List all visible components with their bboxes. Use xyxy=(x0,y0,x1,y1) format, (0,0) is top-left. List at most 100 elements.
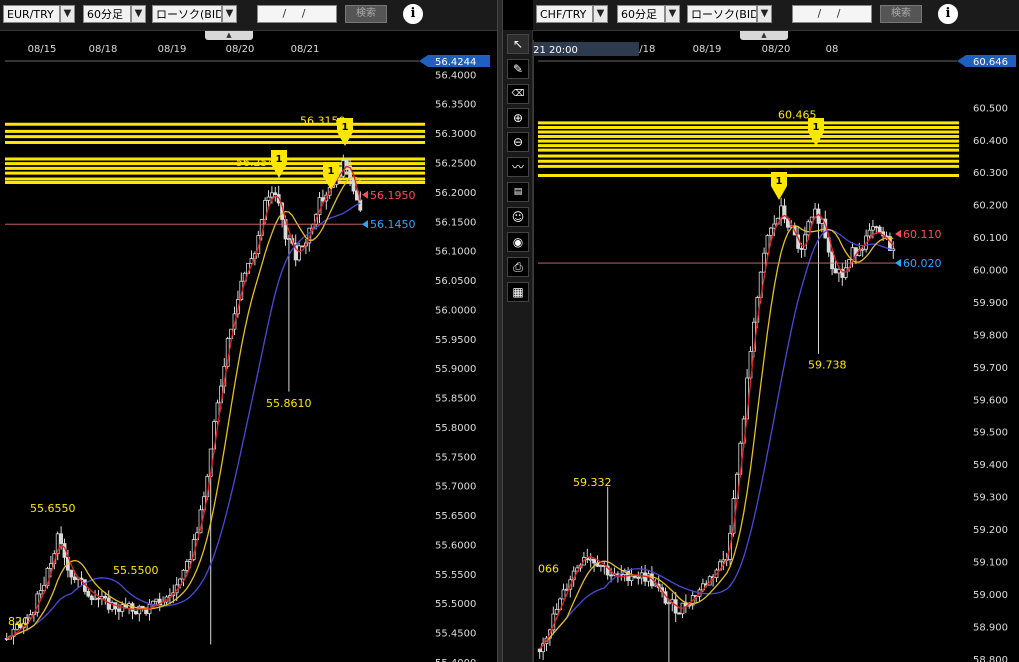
y-tick-label: 58.800 xyxy=(973,655,1008,662)
candle-body xyxy=(833,268,838,274)
y-tick-label: 55.6000 xyxy=(435,540,476,551)
delete-all-icon[interactable]: ⌫ xyxy=(507,84,529,104)
current-price-pointer xyxy=(957,55,966,67)
y-tick-label: 55.5000 xyxy=(435,599,476,610)
candle-body xyxy=(154,598,159,602)
candle-body xyxy=(273,192,278,196)
bid-pointer xyxy=(895,259,901,268)
signal-marker-label: 1 xyxy=(276,154,283,165)
y-tick-label: 55.6500 xyxy=(435,511,476,522)
y-tick-label: 59.600 xyxy=(973,395,1008,406)
candle-body xyxy=(351,178,356,192)
right-chart-pane: CHF/TRY ▼ 60分足 ▼ ローソク(BID) ▼ / / 検索 i ▲ … xyxy=(533,0,1019,662)
candle-body xyxy=(300,245,305,248)
crosshair-label: 2026/08/21 20:00 xyxy=(533,45,578,56)
y-tick-label: 56.1000 xyxy=(435,247,476,258)
y-tick-label: 55.9500 xyxy=(435,335,476,346)
x-tick-label: 08 xyxy=(826,44,839,55)
x-tick-label: 08/19 xyxy=(693,44,722,55)
x-tick-label: 08/21 xyxy=(291,44,320,55)
y-tick-label: 59.100 xyxy=(973,557,1008,568)
y-tick-label: 59.500 xyxy=(973,428,1008,439)
eye-icon[interactable]: ◉ xyxy=(507,232,529,252)
candle-body xyxy=(38,590,43,595)
indicator-icon[interactable]: 〰 xyxy=(507,157,529,177)
candle-body xyxy=(870,226,875,231)
candle-body xyxy=(633,575,637,578)
signal-marker-label: 1 xyxy=(813,122,820,133)
ask-price-label: 56.1950 xyxy=(370,189,416,202)
y-tick-label: 59.900 xyxy=(973,298,1008,309)
candle-body xyxy=(140,605,145,609)
y-tick-label: 60.500 xyxy=(973,103,1008,114)
price-annotation: 55.8610 xyxy=(266,397,312,410)
candle-body xyxy=(836,269,841,274)
pen-icon[interactable]: ✎ xyxy=(507,59,529,79)
candle-body xyxy=(72,576,77,580)
y-tick-label: 56.4000 xyxy=(435,70,476,81)
ask-pointer xyxy=(362,190,368,199)
y-tick-label: 55.8500 xyxy=(435,394,476,405)
zoom-in-icon[interactable]: ⊕ xyxy=(507,108,529,128)
candle-body xyxy=(117,608,121,612)
ask-price-label: 60.110 xyxy=(903,228,942,241)
candle-body xyxy=(666,602,671,605)
print-icon[interactable]: ⎙ xyxy=(507,257,529,277)
candle-body xyxy=(677,612,682,615)
price-annotation: 55.6550 xyxy=(30,502,76,515)
y-tick-label: 55.4000 xyxy=(435,658,476,662)
x-tick-label: 08/18 xyxy=(89,44,118,55)
y-tick-label: 55.8000 xyxy=(435,423,476,434)
right-candlestick-chart: 08/1508/1808/1908/200860.50060.40060.300… xyxy=(533,40,1016,662)
y-tick-label: 56.0000 xyxy=(435,305,476,316)
candle-body xyxy=(266,196,271,201)
current-price-pointer xyxy=(419,55,428,67)
candle-body xyxy=(184,561,189,571)
ma-fast-line xyxy=(539,213,894,650)
candle-body xyxy=(537,648,542,653)
y-tick-label: 56.2000 xyxy=(435,188,476,199)
candle-body xyxy=(89,595,94,601)
y-tick-label: 55.5500 xyxy=(435,570,476,581)
candle-body xyxy=(592,558,596,564)
current-price-label: 60.646 xyxy=(973,57,1008,68)
candles-group xyxy=(537,197,896,662)
candle-body xyxy=(297,245,302,261)
candle-body xyxy=(768,227,773,236)
candle-body xyxy=(629,575,634,581)
candle-body xyxy=(877,226,882,233)
zoom-out-icon[interactable]: ⊖ xyxy=(507,132,529,152)
candle-body xyxy=(554,609,559,615)
y-tick-label: 56.3000 xyxy=(435,129,476,140)
y-tick-label: 59.200 xyxy=(973,525,1008,536)
candle-body xyxy=(867,229,872,237)
cursor-icon[interactable]: ↖ xyxy=(507,34,529,54)
data-table-icon[interactable]: ▤ xyxy=(507,182,529,202)
x-tick-label: 08/20 xyxy=(226,44,255,55)
candle-body xyxy=(802,234,807,250)
x-tick-label: 08/15 xyxy=(28,44,57,55)
y-tick-label: 60.200 xyxy=(973,201,1008,212)
y-tick-label: 55.9000 xyxy=(435,364,476,375)
y-tick-label: 60.000 xyxy=(973,266,1008,277)
candle-body xyxy=(609,574,613,577)
ma-mid-line xyxy=(539,225,894,650)
candle-body xyxy=(636,576,641,579)
candle-body xyxy=(103,595,108,599)
y-tick-label: 59.400 xyxy=(973,460,1008,471)
candle-body xyxy=(561,589,566,600)
x-tick-label: 08/19 xyxy=(158,44,187,55)
symbols-icon[interactable]: ☺ xyxy=(507,207,529,227)
price-annotation: 55.5500 xyxy=(113,564,159,577)
bid-price-label: 56.1450 xyxy=(370,218,416,231)
signal-marker-label: 1 xyxy=(328,166,335,177)
price-annotation: 066 xyxy=(538,562,559,575)
y-tick-label: 56.1500 xyxy=(435,217,476,228)
candle-body xyxy=(830,251,835,270)
candle-body xyxy=(93,597,97,601)
ask-pointer xyxy=(895,229,901,238)
grid-settings-icon[interactable]: ▦ xyxy=(507,282,529,302)
bid-price-label: 60.020 xyxy=(903,257,942,270)
candle-body xyxy=(286,238,291,240)
y-tick-label: 56.3500 xyxy=(435,100,476,111)
